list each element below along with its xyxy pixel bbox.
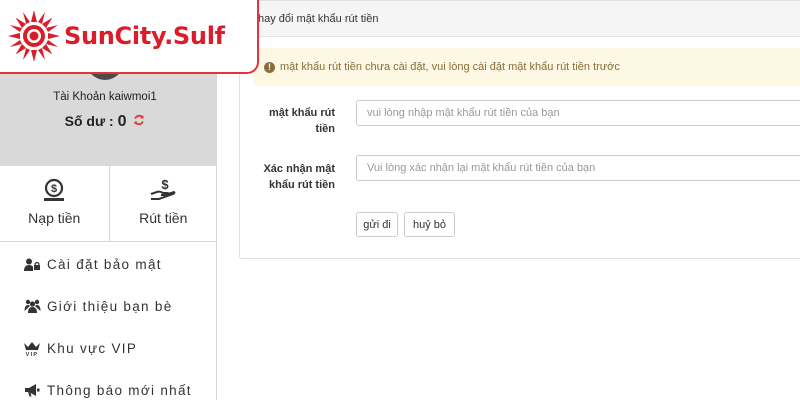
svg-text:$: $ [162, 178, 170, 192]
password-label-line2: tiền [315, 123, 335, 135]
sun-logo-icon [8, 10, 60, 62]
menu-item-label: Cài đặt bảo mật [47, 256, 162, 272]
confirm-password-input[interactable] [356, 155, 800, 181]
confirm-label-line2: khẩu rút tiền [268, 179, 335, 191]
menu-item-vip-area[interactable]: VIP Khu vực VIP [0, 327, 217, 369]
withdraw-password-page: Tài Khoản kaiwmoi1 Số dư : 0 $ Nạp tiền … [0, 0, 800, 400]
menu-item-label: Khu vực VIP [47, 340, 138, 356]
confirm-label-line1: Xác nhận mật [263, 163, 335, 175]
withdraw-button[interactable]: $ Rút tiền [108, 166, 218, 242]
vip-crown-icon: VIP [23, 340, 41, 356]
site-logo[interactable]: SunCity.Sulf [0, 0, 259, 74]
balance-label: Số dư : [64, 113, 114, 129]
confirm-password-label: Xác nhận mật khẩu rút tiền [245, 161, 335, 193]
money-bag-icon: $ [0, 178, 109, 202]
user-lock-icon [23, 256, 41, 272]
menu-item-label: Thông báo mới nhất [47, 382, 192, 398]
balance-value: 0 [117, 113, 127, 130]
info-icon: ! [264, 61, 275, 73]
password-label: mật khẩu rút tiền [260, 105, 335, 137]
withdraw-password-panel: hay đổi mật khẩu rút tiền ! mật khẩu rút… [239, 0, 800, 259]
refresh-icon[interactable] [133, 114, 145, 129]
withdraw-label: Rút tiền [139, 210, 188, 226]
hand-dollar-icon: $ [110, 178, 218, 202]
warning-alert: ! mật khẩu rút tiền chưa cài đặt, vui lò… [254, 48, 800, 86]
sidebar-menu: Cài đặt bảo mật Giới thiệu bạn bè VIP Kh… [0, 243, 217, 400]
quick-actions: $ Nạp tiền $ Rút tiền [0, 166, 217, 242]
password-label-line1: mật khẩu rút [268, 107, 335, 119]
menu-item-security-settings[interactable]: Cài đặt bảo mật [0, 243, 217, 285]
deposit-button[interactable]: $ Nạp tiền [0, 166, 109, 242]
megaphone-icon [23, 382, 41, 398]
withdraw-password-input[interactable] [356, 100, 800, 126]
submit-button[interactable]: gửi đi [356, 212, 398, 237]
menu-item-refer-friends[interactable]: Giới thiệu bạn bè [0, 285, 217, 327]
main-content: hay đổi mật khẩu rút tiền ! mật khẩu rút… [239, 0, 800, 400]
cancel-button[interactable]: huỷ bỏ [404, 212, 455, 237]
panel-title: hay đổi mật khẩu rút tiền [240, 1, 800, 37]
logo-text: SunCity.Sulf [64, 22, 225, 50]
alert-text: mật khẩu rút tiền chưa cài đặt, vui lòng… [280, 61, 620, 73]
menu-item-label: Giới thiệu bạn bè [47, 298, 173, 314]
menu-item-latest-notices[interactable]: Thông báo mới nhất [0, 369, 217, 400]
balance: Số dư : 0 [0, 113, 210, 131]
account-name: Tài Khoản kaiwmoi1 [53, 91, 157, 103]
svg-text:VIP: VIP [26, 352, 39, 356]
users-icon [23, 298, 41, 314]
svg-text:$: $ [51, 183, 57, 195]
deposit-label: Nạp tiền [28, 210, 81, 226]
